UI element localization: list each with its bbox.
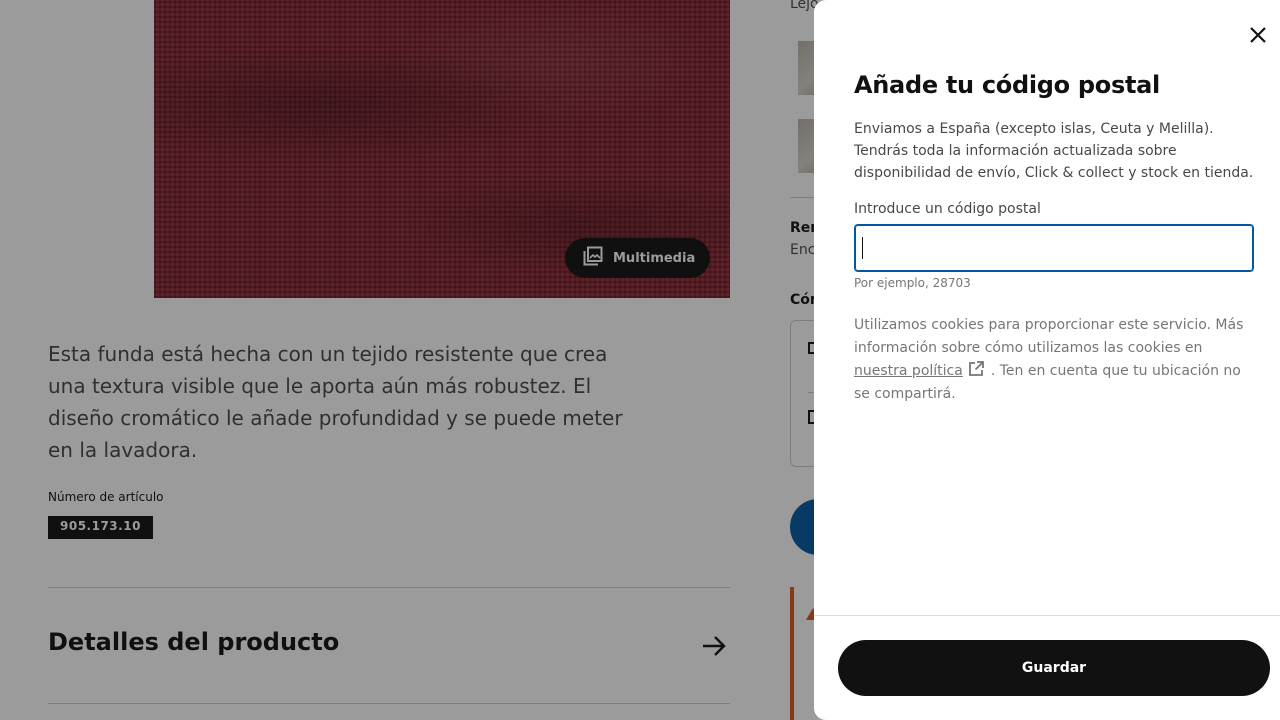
privacy-policy-link[interactable]: nuestra política	[854, 363, 963, 379]
close-icon	[1249, 26, 1267, 47]
postal-code-input[interactable]	[854, 224, 1254, 272]
cookie-text-before: Utilizamos cookies para proporcionar est…	[854, 317, 1244, 356]
text-caret	[862, 237, 863, 259]
footer-divider	[814, 615, 1280, 616]
modal-title: Añade tu código postal	[854, 71, 1160, 99]
close-button[interactable]	[1244, 22, 1272, 50]
postal-code-hint: Por ejemplo, 28703	[854, 276, 971, 290]
external-link-icon[interactable]	[967, 360, 985, 378]
postal-code-label: Introduce un código postal	[854, 201, 1041, 217]
save-button[interactable]: Guardar	[838, 640, 1270, 696]
cookie-notice: Utilizamos cookies para proporcionar est…	[854, 314, 1254, 406]
modal-description: Enviamos a España (excepto islas, Ceuta …	[854, 121, 1254, 181]
